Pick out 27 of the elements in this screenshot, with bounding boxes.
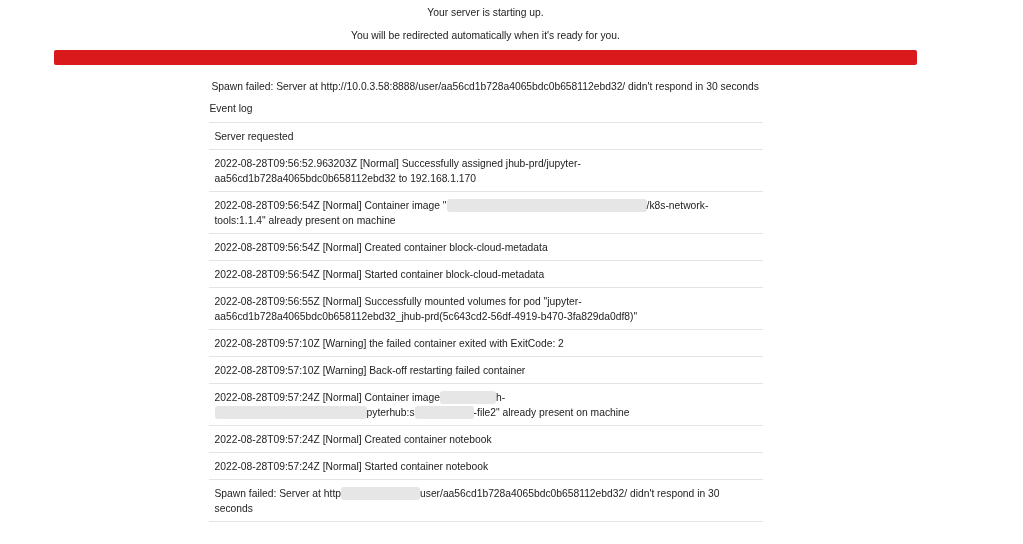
status-subtitle: You will be redirected automatically when it's ready for you.	[350, 29, 621, 43]
log-text: -file2" already present on machine	[473, 406, 630, 420]
log-text: 2022-08-28T09:57:10Z [Warning] the failed container exited with ExitCode: 2	[214, 337, 564, 351]
error-message: Spawn failed: Server at http://10.0.3.58:8888/user/aa56cd1b728a4065bdc0b658112ebd32/ didn't respond in 30 seconds	[210, 80, 760, 94]
redacted-block	[414, 406, 474, 419]
log-text: 2022-08-28T09:57:24Z [Normal] Started container notebook	[214, 460, 489, 474]
log-text: seconds	[214, 502, 253, 516]
log-text: user/aa56cd1b728a4065bdc0b658112ebd32/ didn't respond in 30	[420, 487, 720, 501]
log-text: pyterhub:s	[366, 406, 415, 420]
log-text: 2022-08-28T09:57:24Z [Normal] Created container notebook	[214, 433, 492, 447]
log-text: 2022-08-28T09:56:55Z [Normal] Successfully mounted volumes for pod "jupyter-	[214, 295, 582, 309]
status-title: Your server is starting up.	[426, 6, 545, 20]
log-text: 2022-08-28T09:57:24Z [Normal] Container image	[214, 391, 440, 405]
log-text: aa56cd1b728a4065bdc0b658112ebd32 to 192.168.1.170	[214, 172, 476, 186]
log-text: /k8s-network-	[646, 199, 709, 213]
event-log-label: Event log	[208, 102, 254, 116]
log-text: tools:1.1.4" already present on machine	[214, 214, 396, 228]
log-text: 2022-08-28T09:56:52.963203Z [Normal] Successfully assigned jhub-prd/jupyter-	[214, 157, 581, 171]
log-text: 2022-08-28T09:57:10Z [Warning] Back-off restarting failed container	[214, 364, 526, 378]
log-text: 2022-08-28T09:56:54Z [Normal] Started container block-cloud-metadata	[214, 268, 545, 282]
log-text: 2022-08-28T09:56:54Z [Normal] Container image "	[214, 199, 447, 213]
log-text: h-	[496, 391, 506, 405]
log-text: Server requested	[214, 130, 294, 144]
redacted-block	[440, 391, 496, 404]
log-text: aa56cd1b728a4065bdc0b658112ebd32_jhub-prd(5c643cd2-56df-4919-b470-3fa829da0df8)"	[214, 310, 638, 324]
log-text: Spawn failed: Server at http	[214, 487, 341, 501]
log-text: 2022-08-28T09:56:54Z [Normal] Created container block-cloud-metadata	[214, 241, 548, 255]
